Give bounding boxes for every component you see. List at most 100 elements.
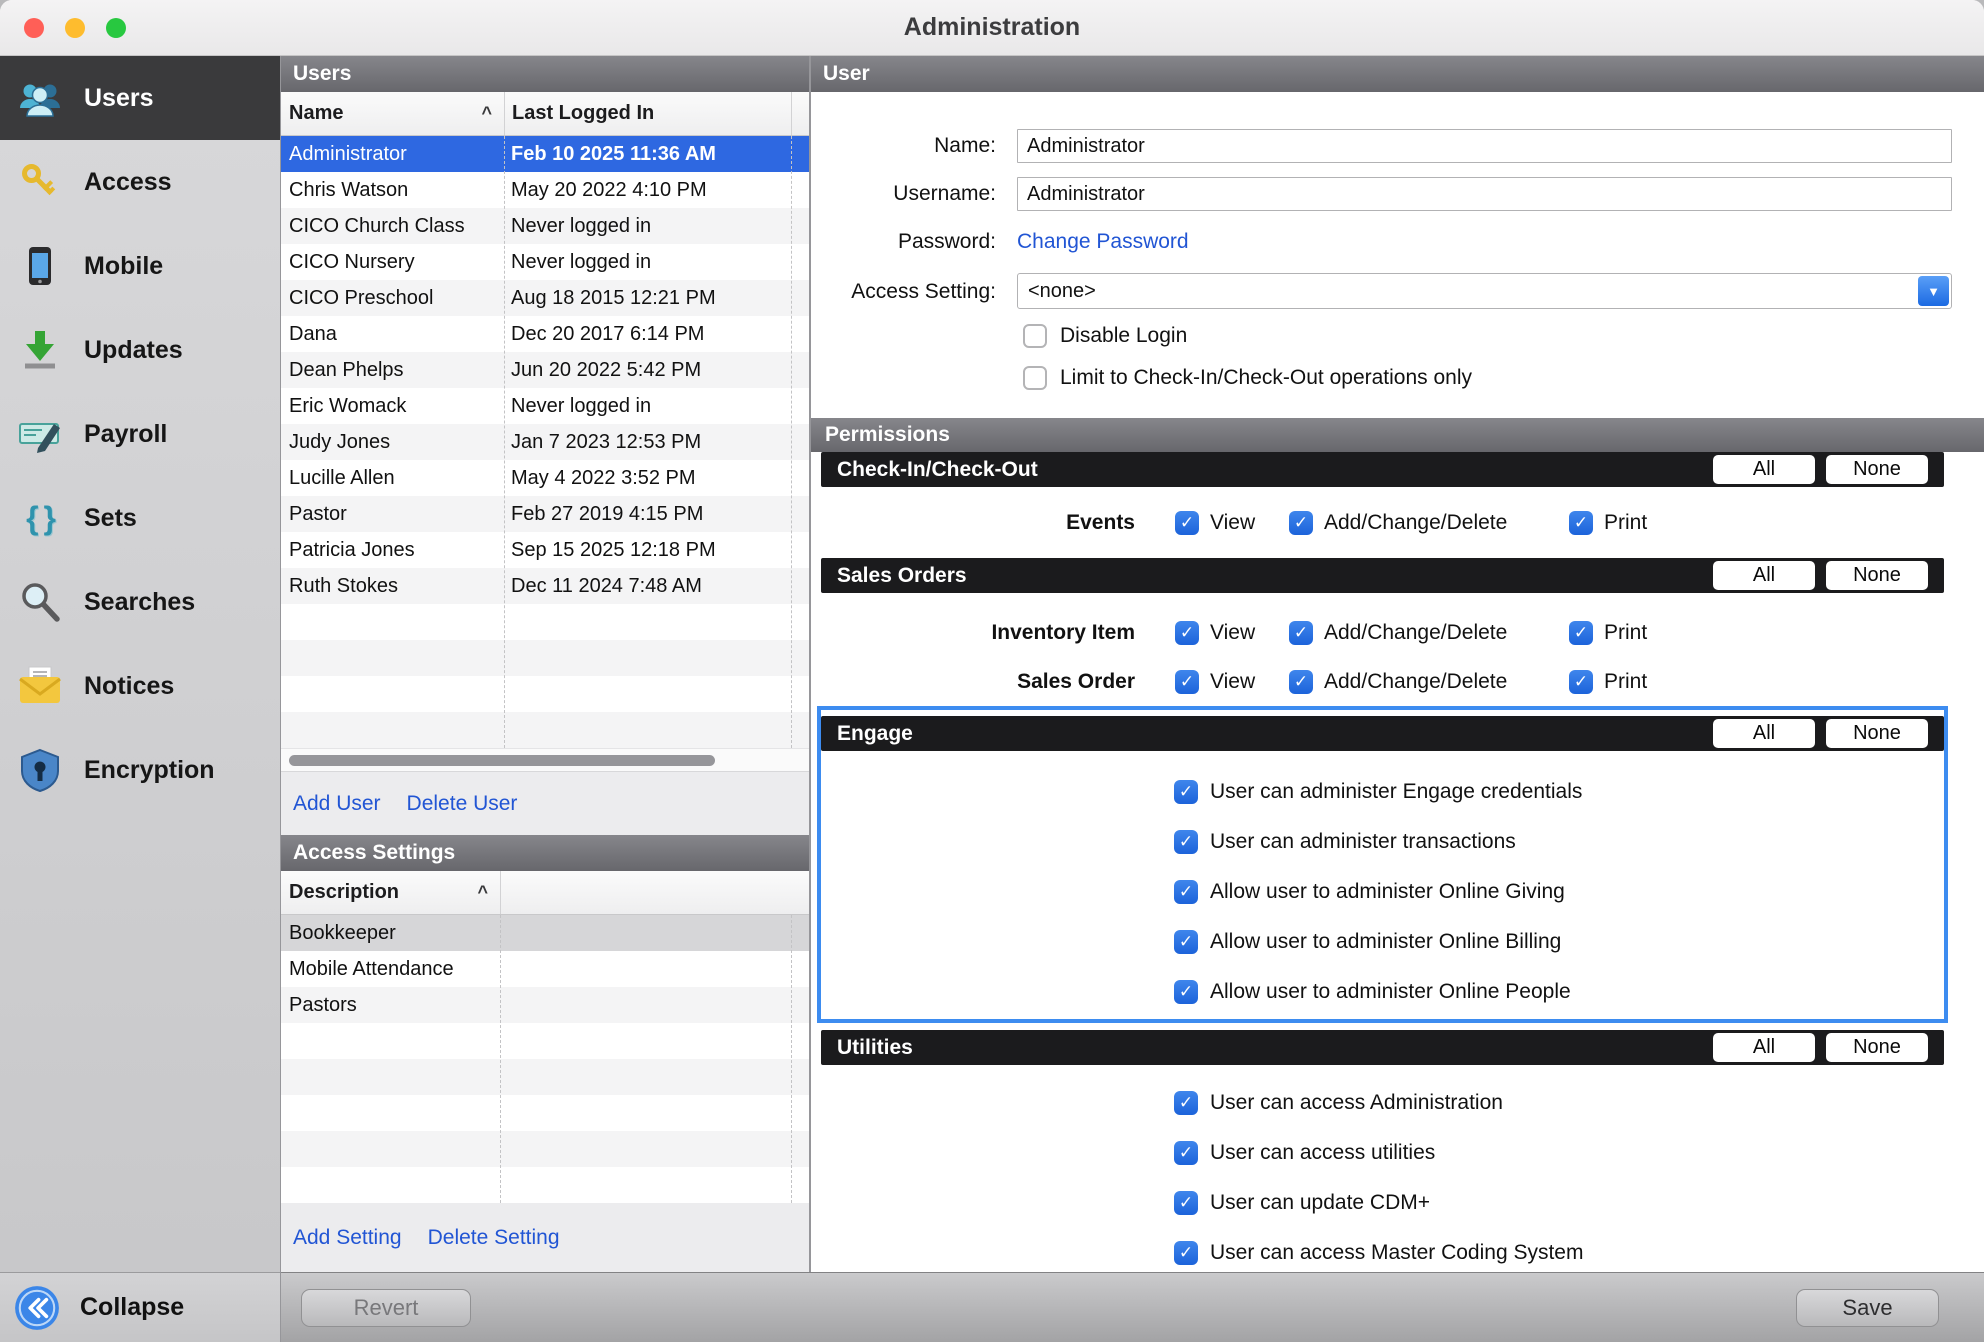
add-change-delete-checkbox[interactable]: ✓ <box>1289 621 1313 645</box>
name-input[interactable] <box>1017 129 1952 163</box>
view-checkbox[interactable]: ✓ <box>1175 670 1199 694</box>
sidebar-item-payroll[interactable]: Payroll <box>0 392 280 476</box>
master-coding-system-checkbox[interactable]: ✓ <box>1174 1241 1198 1265</box>
all-button[interactable]: All <box>1713 719 1815 748</box>
mobile-icon <box>16 242 64 290</box>
user-row[interactable]: AdministratorFeb 10 2025 11:36 AM <box>281 136 809 172</box>
delete-setting-link[interactable]: Delete Setting <box>428 1226 560 1250</box>
none-button[interactable]: None <box>1826 455 1928 484</box>
change-password-link[interactable]: Change Password <box>1017 230 1189 254</box>
view-label: View <box>1210 621 1255 645</box>
access-utilities-checkbox[interactable]: ✓ <box>1174 1141 1198 1165</box>
user-row[interactable]: PastorFeb 27 2019 4:15 PM <box>281 496 809 532</box>
access-settings-table-body: Bookkeeper Mobile Attendance Pastors <box>281 915 809 1203</box>
add-user-link[interactable]: Add User <box>293 792 381 816</box>
add-setting-link[interactable]: Add Setting <box>293 1226 402 1250</box>
access-settings-title: Access Settings <box>293 841 455 865</box>
empty-row <box>281 676 809 712</box>
online-people-checkbox[interactable]: ✓ <box>1174 980 1198 1004</box>
setting-row[interactable]: Bookkeeper <box>281 915 809 951</box>
view-checkbox[interactable]: ✓ <box>1175 511 1199 535</box>
setting-row[interactable]: Pastors <box>281 987 809 1023</box>
none-button[interactable]: None <box>1826 719 1928 748</box>
disable-login-label: Disable Login <box>1060 324 1187 348</box>
add-change-delete-checkbox[interactable]: ✓ <box>1289 670 1313 694</box>
user-row[interactable]: CICO Church ClassNever logged in <box>281 208 809 244</box>
empty-row <box>281 712 809 748</box>
acd-label: Add/Change/Delete <box>1324 511 1507 535</box>
user-panel-title: User <box>823 62 870 86</box>
print-checkbox[interactable]: ✓ <box>1569 670 1593 694</box>
column-header-last-logged-in[interactable]: Last Logged In <box>504 92 791 135</box>
sidebar-item-searches[interactable]: Searches <box>0 560 280 644</box>
revert-button[interactable]: Revert <box>301 1289 471 1327</box>
user-row[interactable]: Dean PhelpsJun 20 2022 5:42 PM <box>281 352 809 388</box>
limit-cico-label: Limit to Check-In/Check-Out operations o… <box>1060 366 1472 390</box>
engage-credentials-checkbox[interactable]: ✓ <box>1174 780 1198 804</box>
save-button[interactable]: Save <box>1796 1289 1939 1327</box>
footer-bar: Revert Save <box>281 1272 1984 1342</box>
user-row[interactable]: Judy JonesJan 7 2023 12:53 PM <box>281 424 809 460</box>
option-label: User can administer transactions <box>1210 830 1516 854</box>
user-row[interactable]: Chris WatsonMay 20 2022 4:10 PM <box>281 172 809 208</box>
delete-user-link[interactable]: Delete User <box>407 792 518 816</box>
none-button[interactable]: None <box>1826 561 1928 590</box>
online-billing-checkbox[interactable]: ✓ <box>1174 930 1198 954</box>
sidebar-item-access[interactable]: Access <box>0 140 280 224</box>
user-row[interactable]: Eric WomackNever logged in <box>281 388 809 424</box>
users-icon <box>16 74 64 122</box>
user-row[interactable]: DanaDec 20 2017 6:14 PM <box>281 316 809 352</box>
user-row[interactable]: Patricia JonesSep 15 2025 12:18 PM <box>281 532 809 568</box>
section-title: Check-In/Check-Out <box>821 458 1038 482</box>
sidebar-item-label: Payroll <box>84 420 167 449</box>
access-administration-checkbox[interactable]: ✓ <box>1174 1091 1198 1115</box>
horizontal-scrollbar[interactable] <box>281 748 809 772</box>
events-permission-row: Events ✓View ✓Add/Change/Delete ✓Print <box>811 505 1984 541</box>
option-label: User can administer Engage credentials <box>1210 780 1582 804</box>
username-label: Username: <box>811 182 996 206</box>
user-row[interactable]: CICO NurseryNever logged in <box>281 244 809 280</box>
chevron-down-icon[interactable]: ▼ <box>1918 276 1949 306</box>
section-bar-engage: Engage All None <box>821 716 1944 751</box>
all-button[interactable]: All <box>1713 455 1815 484</box>
column-header-name[interactable]: Name ^ <box>281 92 504 135</box>
limit-cico-checkbox[interactable] <box>1023 366 1047 390</box>
none-button[interactable]: None <box>1826 1033 1928 1062</box>
sidebar-item-users[interactable]: Users <box>0 56 280 140</box>
sidebar-item-mobile[interactable]: Mobile <box>0 224 280 308</box>
sidebar-item-updates[interactable]: Updates <box>0 308 280 392</box>
view-label: View <box>1210 670 1255 694</box>
access-settings-table-header: Description ^ <box>281 871 809 915</box>
disable-login-checkbox[interactable] <box>1023 324 1047 348</box>
access-setting-value: <none> <box>1028 280 1096 303</box>
sidebar-item-sets[interactable]: { } Sets <box>0 476 280 560</box>
collapse-button[interactable]: Collapse <box>0 1272 280 1342</box>
access-setting-dropdown[interactable]: <none> ▼ <box>1017 273 1952 309</box>
print-checkbox[interactable]: ✓ <box>1569 621 1593 645</box>
sidebar-item-notices[interactable]: Notices <box>0 644 280 728</box>
add-change-delete-checkbox[interactable]: ✓ <box>1289 511 1313 535</box>
column-header-description[interactable]: Description ^ <box>281 871 500 914</box>
update-cdm-checkbox[interactable]: ✓ <box>1174 1191 1198 1215</box>
user-row[interactable]: Ruth StokesDec 11 2024 7:48 AM <box>281 568 809 604</box>
section-title: Sales Orders <box>821 564 967 588</box>
option-label: User can update CDM+ <box>1210 1191 1430 1215</box>
disable-login-row: Disable Login <box>1023 324 1187 348</box>
user-row[interactable]: CICO PreschoolAug 18 2015 12:21 PM <box>281 280 809 316</box>
column-header-gutter <box>500 871 809 914</box>
user-panel-header: User <box>811 56 1984 92</box>
username-input[interactable] <box>1017 177 1952 211</box>
all-button[interactable]: All <box>1713 561 1815 590</box>
sidebar-item-label: Access <box>84 168 172 197</box>
sidebar-item-encryption[interactable]: Encryption <box>0 728 280 812</box>
setting-row[interactable]: Mobile Attendance <box>281 951 809 987</box>
user-row[interactable]: Lucille AllenMay 4 2022 3:52 PM <box>281 460 809 496</box>
engage-transactions-checkbox[interactable]: ✓ <box>1174 830 1198 854</box>
online-giving-checkbox[interactable]: ✓ <box>1174 880 1198 904</box>
print-checkbox[interactable]: ✓ <box>1569 511 1593 535</box>
view-checkbox[interactable]: ✓ <box>1175 621 1199 645</box>
shield-icon <box>16 746 64 794</box>
all-button[interactable]: All <box>1713 1033 1815 1062</box>
password-label: Password: <box>811 230 996 254</box>
scrollbar-thumb[interactable] <box>289 755 715 766</box>
